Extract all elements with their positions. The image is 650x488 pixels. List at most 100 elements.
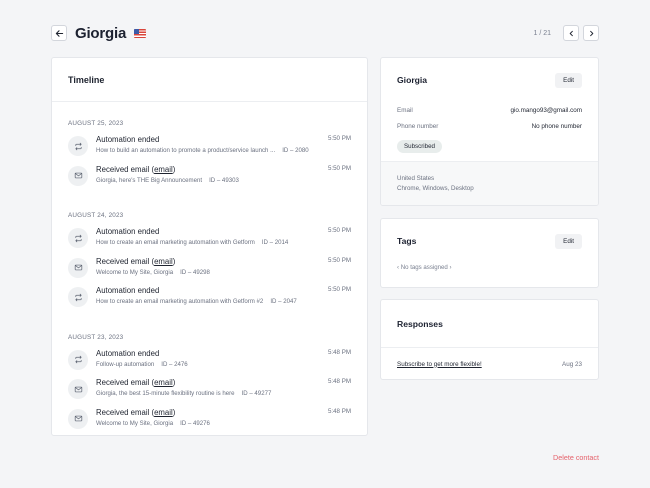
event-body: Automation ended How to create an email m… xyxy=(96,227,320,246)
email-value: gio.mango93@gmail.com xyxy=(510,106,583,114)
platforms: Chrome, Windows, Desktop xyxy=(397,185,474,192)
edit-tags-button[interactable]: Edit xyxy=(555,233,582,249)
event-title: Automation ended xyxy=(96,135,320,144)
event-id: ID – 49298 xyxy=(180,268,210,276)
event-id: ID – 2014 xyxy=(261,239,289,246)
timeline-event[interactable]: Automation ended Follow-up automation ID –… xyxy=(68,349,351,379)
event-title-text: Automation ended xyxy=(96,286,160,295)
timeline-event[interactable]: Automation ended How to create an email m… xyxy=(68,286,351,316)
event-title-text: Automation ended xyxy=(96,135,160,144)
timeline-event[interactable]: Automation ended How to build an automati… xyxy=(68,135,351,165)
timeline-event[interactable]: Received email (email) Giorgia, here's TH… xyxy=(68,165,351,195)
mail-icon-badge xyxy=(68,379,88,399)
event-description: Giorgia, here's THE Big Announcement xyxy=(96,176,203,184)
event-time: 5:50 PM xyxy=(327,286,351,293)
profile-card: Giorgia Edit Email gio.mango93@gmail.com… xyxy=(380,57,599,206)
event-subtitle: Giorgia, here's THE Big Announcement ID –… xyxy=(96,177,320,184)
event-subtitle: Follow-up automation ID – 2476 xyxy=(96,361,320,368)
event-email-link[interactable]: email xyxy=(154,408,173,417)
timeline-day-label: AUGUST 25, 2023 xyxy=(68,120,124,127)
event-body: Received email (email) Welcome to My Site… xyxy=(96,408,320,427)
tags-title: Tags xyxy=(397,236,417,246)
event-id: ID – 49277 xyxy=(241,390,272,397)
event-subtitle: How to build an automation to promote a … xyxy=(96,147,320,154)
repeat-icon-badge xyxy=(68,349,88,370)
email-row: Email gio.mango93@gmail.com xyxy=(381,102,598,118)
event-subtitle: Welcome to My Site, Giorgia ID – 49276 xyxy=(96,420,320,427)
page-title: Giorgia xyxy=(75,24,127,42)
response-date: Aug 23 xyxy=(562,360,582,368)
email-label: Email xyxy=(397,106,413,114)
event-body: Automation ended How to build an automati… xyxy=(96,135,320,154)
event-email-link[interactable]: email xyxy=(154,257,173,266)
timeline-day-label: AUGUST 23, 2023 xyxy=(68,333,124,341)
us-flag-icon xyxy=(134,28,147,38)
timeline-day-label: AUGUST 24, 2023 xyxy=(68,212,124,219)
event-title-text: Received email xyxy=(96,164,150,174)
timeline-event[interactable]: Received email (email) Welcome to My Site… xyxy=(68,257,351,287)
event-description: Follow-up automation xyxy=(96,360,155,368)
mail-icon xyxy=(74,172,82,179)
back-button[interactable] xyxy=(51,25,67,41)
repeat-icon xyxy=(74,142,82,150)
event-time: 5:50 PM xyxy=(327,227,351,234)
profile-footer: United States Chrome, Windows, Desktop xyxy=(381,161,598,205)
timeline-list[interactable]: AUGUST 25, 2023 Automation ended How to bu… xyxy=(52,102,367,435)
event-title: Automation ended xyxy=(96,349,320,358)
event-email-link[interactable]: email xyxy=(154,165,173,174)
event-description: How to create an email marketing automat… xyxy=(96,239,255,246)
country: United States xyxy=(397,175,435,182)
mail-icon xyxy=(74,264,82,271)
event-time: 5:50 PM xyxy=(327,135,351,142)
event-title: Automation ended xyxy=(96,227,320,236)
event-subtitle: Giorgia, the best 15-minute flexibility … xyxy=(96,390,320,397)
event-description: How to create an email marketing automat… xyxy=(96,298,264,305)
mail-icon xyxy=(74,415,82,422)
event-body: Automation ended How to create an email m… xyxy=(96,286,320,305)
timeline-event[interactable]: Received email (email) Welcome to My Site… xyxy=(68,408,351,436)
pager-count: 1 / 21 xyxy=(533,29,551,37)
mail-icon-badge xyxy=(68,165,88,186)
pagination: 1 / 21 xyxy=(533,25,599,41)
event-time: 5:48 PM xyxy=(327,348,351,356)
timeline-day-group: AUGUST 23, 2023 Automation ended Follow-up… xyxy=(52,334,367,436)
edit-profile-button[interactable]: Edit xyxy=(555,72,582,88)
repeat-icon xyxy=(74,293,82,301)
event-title-text: Automation ended xyxy=(96,227,160,236)
page-header: Giorgia 1 / 21 xyxy=(51,22,599,44)
event-body: Received email (email) Welcome to My Site… xyxy=(96,257,320,276)
next-contact-button[interactable] xyxy=(583,25,599,41)
mail-icon-badge xyxy=(68,408,88,429)
event-title: Received email (email) xyxy=(96,256,176,266)
phone-label: Phone number xyxy=(397,122,439,130)
previous-contact-button[interactable] xyxy=(563,25,579,41)
arrow-left-icon xyxy=(55,29,63,37)
responses-card: Responses Subscribe to get more flexible… xyxy=(380,299,599,380)
repeat-icon xyxy=(74,234,82,242)
event-subtitle: Welcome to My Site, Giorgia ID – 49298 xyxy=(96,269,320,276)
event-id: ID – 2476 xyxy=(161,360,188,368)
response-link[interactable]: Subscribe to get more flexible! xyxy=(397,361,482,368)
event-body: Automation ended Follow-up automation ID –… xyxy=(96,349,320,368)
event-id: ID – 2047 xyxy=(270,298,297,305)
event-title: Automation ended xyxy=(96,286,320,295)
tags-card: Tags Edit ‹ No tags assigned › xyxy=(380,218,599,288)
delete-contact-button[interactable]: Delete contact xyxy=(553,453,599,462)
event-title: Received email (email) xyxy=(96,164,176,174)
event-email-link[interactable]: email xyxy=(154,378,173,387)
event-body: Received email (email) Giorgia, the best … xyxy=(96,378,320,397)
event-id: ID – 49276 xyxy=(180,419,210,427)
event-id: ID – 2080 xyxy=(282,147,309,154)
event-id: ID – 49303 xyxy=(209,176,239,184)
event-body: Received email (email) Giorgia, here's TH… xyxy=(96,165,320,184)
event-description: How to build an automation to promote a … xyxy=(96,147,276,154)
responses-title: Responses xyxy=(397,318,443,329)
event-time: 5:50 PM xyxy=(327,164,351,172)
event-title: Received email (email) xyxy=(96,407,176,417)
repeat-icon-badge xyxy=(68,228,88,248)
event-title: Received email (email) xyxy=(96,378,176,387)
event-time: 5:50 PM xyxy=(327,256,351,264)
phone-row: Phone number No phone number xyxy=(381,118,598,134)
timeline-event[interactable]: Automation ended How to create an email m… xyxy=(68,227,351,257)
timeline-event[interactable]: Received email (email) Giorgia, the best … xyxy=(68,378,351,408)
